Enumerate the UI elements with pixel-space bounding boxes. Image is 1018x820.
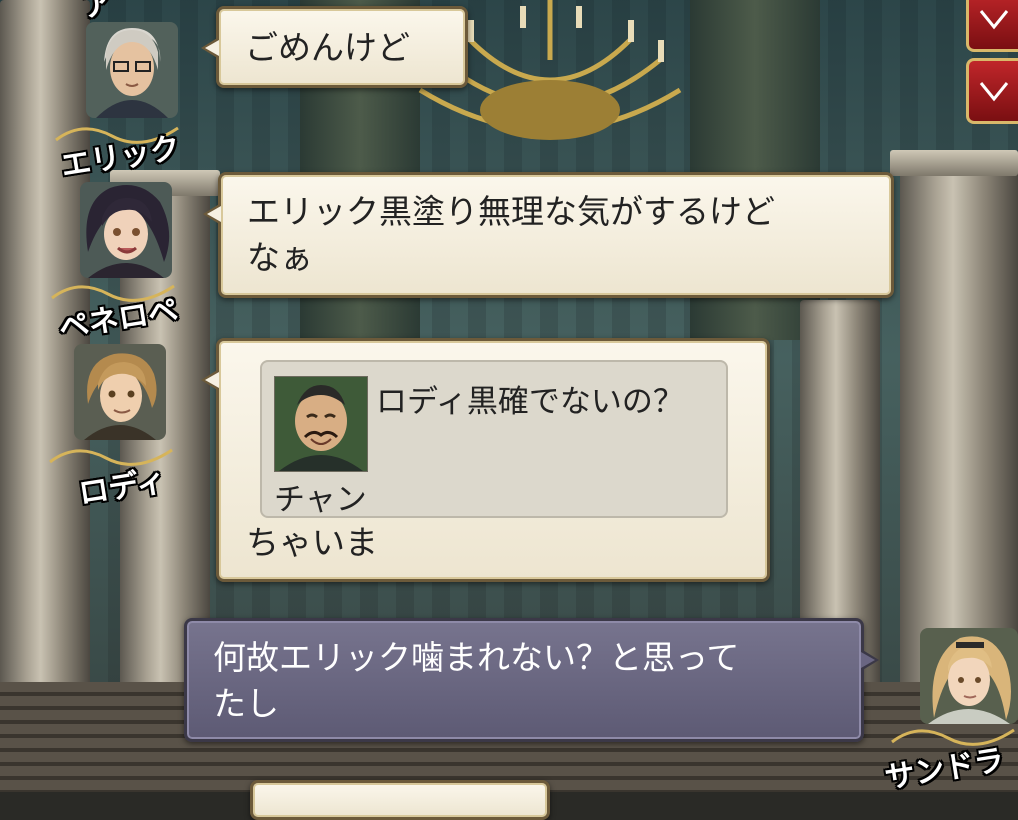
quoted-speaker-name: チャン (274, 482, 367, 518)
message-bubble: エリック黒塗り無理な気がするけど なぁ (203, 172, 894, 298)
chan-portrait-icon (274, 376, 368, 472)
message-text-line-1: エリック黒塗り無理な気がするけど (247, 192, 775, 231)
message-text-line-1: 何故エリック噛まれない？と思って (213, 638, 740, 677)
bubble-tail (201, 369, 219, 391)
eric-portrait-icon[interactable] (86, 22, 178, 118)
quoted-message-text: ロディ黒確でないの？ (376, 384, 684, 420)
side-button-scroll-down[interactable] (966, 58, 1018, 124)
bubble-tail (201, 37, 219, 59)
bubble-tail (203, 203, 221, 225)
rody-portrait-icon[interactable] (74, 344, 166, 440)
pillar-right-cap (890, 150, 1018, 176)
penelope-portrait-icon[interactable] (80, 182, 172, 278)
scroll-down-icon (979, 82, 1008, 102)
message-bubble: ごめんけど (201, 6, 468, 88)
next-message-bubble-partial (250, 780, 550, 820)
message-text: ちゃいま (246, 523, 378, 562)
bubble-tail (861, 649, 879, 671)
side-button-top[interactable] (966, 0, 1018, 52)
message-text-line-2: たし (213, 684, 279, 723)
scroll-down-icon (979, 10, 1008, 30)
own-message-bubble: 何故エリック噛まれない？と思って たし (184, 618, 879, 742)
message-text: ごめんけど (245, 28, 410, 67)
quoted-message[interactable]: ロディ黒確でないの？ チャン (260, 360, 728, 518)
sandra-portrait-icon[interactable] (920, 628, 1018, 724)
message-text-line-2: なぁ (247, 238, 313, 277)
